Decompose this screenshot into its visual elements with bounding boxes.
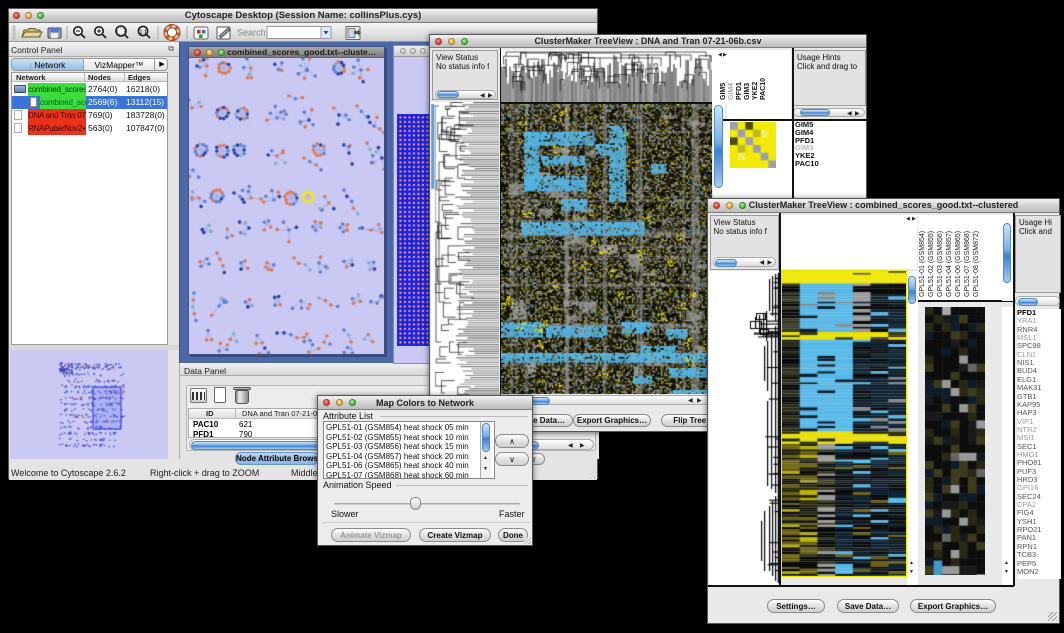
svg-text:1:1: 1:1 — [140, 30, 147, 36]
svg-text:Search:: Search: — [237, 28, 268, 38]
